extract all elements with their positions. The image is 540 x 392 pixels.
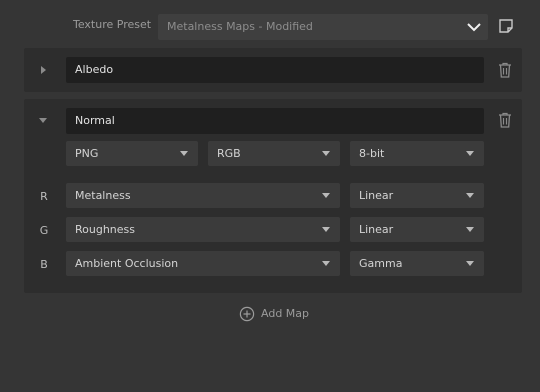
texture-preset-label: Texture Preset: [73, 18, 152, 31]
plus-circle-icon: [239, 306, 255, 322]
caret-down-icon: [322, 193, 330, 198]
channel-r-source-dropdown[interactable]: Metalness: [66, 183, 340, 208]
channel-label-g: G: [39, 224, 49, 237]
texture-preset-select[interactable]: Metalness Maps - Modified: [158, 14, 488, 40]
map-panel-albedo: Albedo: [24, 48, 522, 92]
chevron-down-icon: [467, 23, 481, 32]
caret-down-icon: [322, 151, 330, 156]
map-name-field[interactable]: Normal: [66, 108, 484, 134]
bit-depth-dropdown[interactable]: 8-bit: [350, 141, 484, 166]
caret-down-icon: [466, 227, 474, 232]
channel-r-encoding-dropdown[interactable]: Linear: [350, 183, 484, 208]
format-dropdown[interactable]: PNG: [66, 141, 198, 166]
save-preset-icon[interactable]: [498, 18, 514, 34]
channel-label-r: R: [40, 190, 48, 203]
caret-down-icon: [322, 261, 330, 266]
trash-icon[interactable]: [498, 62, 512, 78]
color-space-dropdown[interactable]: RGB: [208, 141, 340, 166]
map-name-field[interactable]: Albedo: [66, 57, 484, 83]
channel-label-b: B: [40, 258, 48, 271]
caret-down-icon: [466, 261, 474, 266]
texture-preset-value: Metalness Maps - Modified: [167, 20, 313, 33]
caret-down-icon: [322, 227, 330, 232]
caret-down-icon: [466, 193, 474, 198]
chevron-right-icon[interactable]: [37, 64, 49, 76]
channel-b-encoding-dropdown[interactable]: Gamma: [350, 251, 484, 276]
caret-down-icon: [180, 151, 188, 156]
add-map-label: Add Map: [261, 307, 310, 320]
channel-b-source-dropdown[interactable]: Ambient Occlusion: [66, 251, 340, 276]
caret-down-icon: [466, 151, 474, 156]
map-panel-normal: Normal PNG RGB 8-bit R Metalness Linear …: [24, 99, 522, 293]
channel-g-source-dropdown[interactable]: Roughness: [66, 217, 340, 242]
chevron-down-icon[interactable]: [37, 114, 49, 126]
channel-g-encoding-dropdown[interactable]: Linear: [350, 217, 484, 242]
trash-icon[interactable]: [498, 112, 512, 128]
